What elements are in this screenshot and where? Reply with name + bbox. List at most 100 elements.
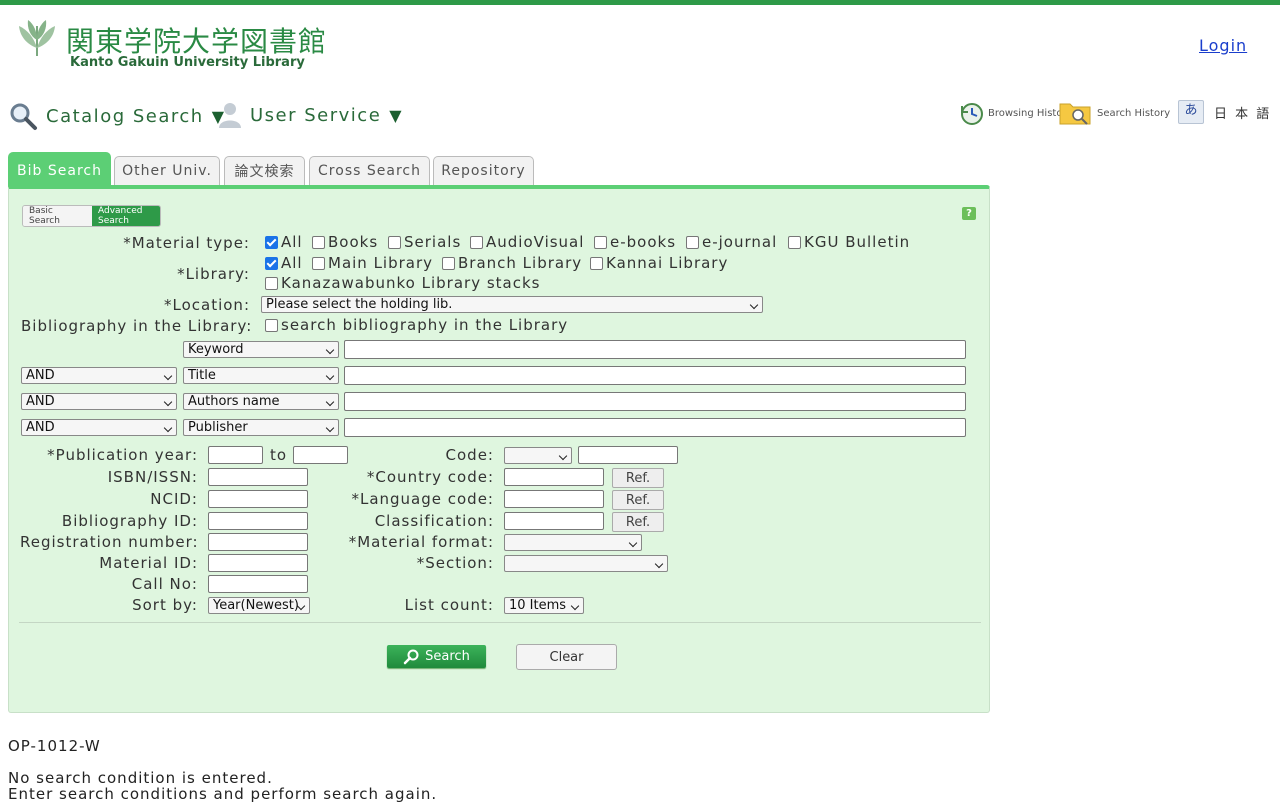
list-count-label: List count: — [404, 596, 494, 614]
message-line-2: Enter search conditions and perform sear… — [8, 785, 438, 803]
language-ref-button[interactable]: Ref. — [612, 490, 664, 510]
library-all-label: All — [281, 254, 303, 272]
isbn-input[interactable] — [208, 468, 308, 486]
search-history-label: Search History — [1097, 107, 1171, 119]
tab-repository[interactable]: Repository — [433, 156, 534, 185]
material-format-label: *Material format: — [348, 533, 494, 551]
operator-select-3[interactable]: AND — [21, 393, 177, 410]
tab-cross-search[interactable]: Cross Search — [309, 156, 430, 185]
basic-search-toggle[interactable]: Basic Search — [23, 206, 92, 226]
title-input[interactable] — [344, 366, 966, 385]
operator-select-4[interactable]: AND — [21, 419, 177, 436]
material-format-select[interactable] — [504, 534, 642, 551]
material-audiovisual-checkbox[interactable]: AudioVisual — [470, 233, 584, 251]
ncid-input[interactable] — [208, 490, 308, 508]
material-books-checkbox[interactable]: Books — [312, 233, 378, 251]
code-type-select[interactable] — [504, 447, 572, 464]
checkbox-checked-icon — [265, 235, 278, 249]
library-branch-label: Branch Library — [458, 254, 583, 272]
call-no-input[interactable] — [208, 575, 308, 593]
classification-ref-button[interactable]: Ref. — [612, 512, 664, 532]
tab-bib-search[interactable]: Bib Search — [8, 152, 111, 189]
country-code-label: *Country code: — [366, 468, 494, 486]
clear-button[interactable]: Clear — [516, 644, 617, 670]
library-kanazawabunko-checkbox[interactable]: Kanazawabunko Library stacks — [265, 274, 540, 292]
tab-articles[interactable]: 論文検索 — [224, 156, 305, 185]
checkbox-icon — [312, 256, 325, 270]
form-divider — [19, 622, 981, 623]
field-select-1[interactable]: Keyword — [183, 341, 339, 358]
advanced-search-toggle[interactable]: Advanced Search — [92, 206, 160, 226]
material-all-label: All — [281, 233, 303, 251]
search-button-label: Search — [425, 649, 470, 664]
search-button[interactable]: Search — [387, 645, 486, 668]
sort-select[interactable]: Year(Newest) — [208, 597, 310, 614]
checkbox-icon — [594, 235, 607, 249]
search-history-link[interactable]: Search History — [1058, 100, 1170, 126]
login-link[interactable]: Login — [1199, 36, 1247, 55]
bib-in-library-label: Bibliography in the Library: — [21, 317, 253, 335]
bib-id-label: Bibliography ID: — [61, 512, 198, 530]
material-serials-checkbox[interactable]: Serials — [388, 233, 461, 251]
material-kgu-bulletin-checkbox[interactable]: KGU Bulletin — [788, 233, 910, 251]
logo-japanese-title: 関東学院大学図書館 — [66, 25, 328, 58]
keyword-input[interactable] — [344, 340, 966, 359]
publisher-input[interactable] — [344, 418, 966, 437]
authors-input[interactable] — [344, 392, 966, 411]
list-count-select[interactable]: 10 Items — [504, 597, 584, 614]
field-select-3[interactable]: Authors name — [183, 393, 339, 410]
location-label: *Location: — [164, 296, 250, 314]
code-label: Code: — [445, 446, 494, 464]
user-service-caret-icon: ▼ — [389, 105, 404, 125]
library-all-checkbox[interactable]: All — [265, 254, 303, 272]
material-id-label: Material ID: — [99, 554, 198, 572]
library-logo[interactable]: 関東学院大学図書館 Kanto Gakuin University Librar… — [16, 18, 356, 76]
country-ref-button[interactable]: Ref. — [612, 468, 664, 488]
ncid-label: NCID: — [150, 490, 198, 508]
library-main-label: Main Library — [328, 254, 434, 272]
library-branch-checkbox[interactable]: Branch Library — [442, 254, 582, 272]
library-main-checkbox[interactable]: Main Library — [312, 254, 433, 272]
language-code-label: *Language code: — [351, 490, 494, 508]
location-select[interactable]: Please select the holding lib. — [261, 296, 763, 313]
language-code-input[interactable] — [504, 490, 604, 508]
material-audiovisual-label: AudioVisual — [486, 233, 585, 251]
classification-input[interactable] — [504, 512, 604, 530]
magnifier-icon — [10, 103, 37, 130]
reg-no-label: Registration number: — [20, 533, 199, 551]
folder-search-icon — [1059, 103, 1091, 125]
user-service-menu[interactable]: User Service ▼ — [218, 101, 403, 129]
material-ebooks-checkbox[interactable]: e-books — [594, 233, 676, 251]
sort-label: Sort by: — [132, 596, 198, 614]
pub-year-from-input[interactable] — [208, 446, 263, 464]
language-switch[interactable]: あ 日 本 語 — [1178, 100, 1271, 124]
user-icon — [219, 103, 241, 128]
search-mode-toggle: Basic Search Advanced Search — [22, 205, 161, 227]
language-label: 日 本 語 — [1214, 106, 1272, 122]
material-all-checkbox[interactable]: All — [265, 233, 303, 251]
field-select-2[interactable]: Title — [183, 367, 339, 384]
checkbox-icon — [788, 235, 801, 249]
material-id-input[interactable] — [208, 554, 308, 572]
code-input[interactable] — [578, 446, 678, 464]
field-select-4[interactable]: Publisher — [183, 419, 339, 436]
section-select[interactable] — [504, 555, 668, 572]
library-kannai-checkbox[interactable]: Kannai Library — [590, 254, 728, 272]
operator-select-2[interactable]: AND — [21, 367, 177, 384]
country-code-input[interactable] — [504, 468, 604, 486]
catalog-search-menu[interactable]: Catalog Search ▼ — [8, 101, 226, 131]
pub-year-to-label: to — [270, 446, 288, 464]
bib-in-library-checkbox[interactable]: search bibliography in the Library — [265, 316, 568, 334]
classification-label: Classification: — [374, 512, 494, 530]
checkbox-checked-icon — [265, 256, 278, 270]
bib-id-input[interactable] — [208, 512, 308, 530]
material-ejournal-checkbox[interactable]: e-journal — [686, 233, 777, 251]
reg-no-input[interactable] — [208, 533, 308, 551]
call-no-label: Call No: — [131, 575, 198, 593]
help-icon[interactable]: ? — [962, 207, 976, 220]
leaf-logo-icon — [19, 20, 55, 56]
tab-other-univ[interactable]: Other Univ. — [114, 156, 220, 185]
browsing-history-link[interactable]: Browsing History — [958, 100, 1072, 126]
checkbox-icon — [388, 235, 401, 249]
user-service-label: User Service — [250, 104, 382, 126]
